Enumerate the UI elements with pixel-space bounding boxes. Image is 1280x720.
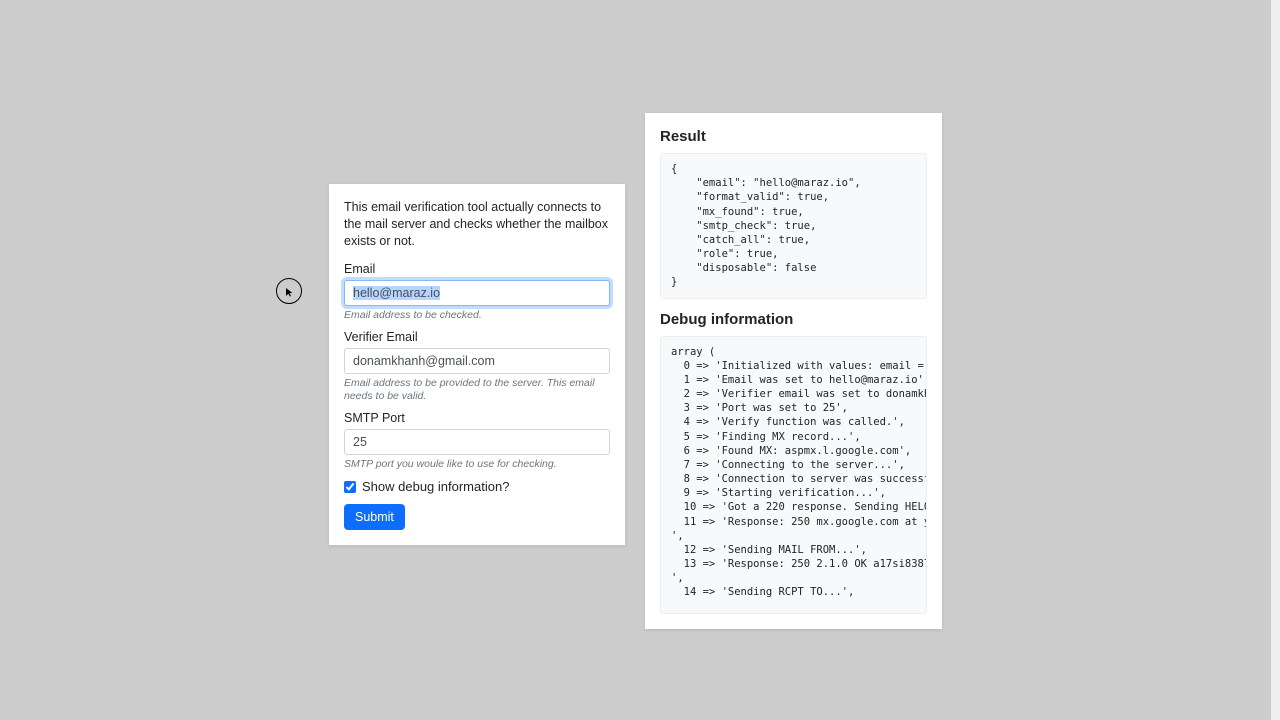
port-hint: SMTP port you woule like to use for chec…: [344, 458, 610, 471]
debug-checkbox-row: Show debug information?: [344, 479, 610, 494]
submit-button[interactable]: Submit: [344, 504, 405, 530]
cursor-indicator: [276, 278, 302, 304]
debug-output[interactable]: array ( 0 => 'Initialized with values: e…: [660, 336, 927, 614]
verifier-input[interactable]: [344, 348, 610, 374]
debug-heading: Debug information: [660, 311, 927, 328]
result-json: { "email": "hello@maraz.io", "format_val…: [660, 153, 927, 299]
verifier-label: Verifier Email: [344, 330, 610, 344]
page-scrollbar[interactable]: [1271, 0, 1280, 720]
email-hint: Email address to be checked.: [344, 309, 610, 322]
email-input-value: hello@maraz.io: [353, 286, 440, 300]
result-heading: Result: [660, 128, 927, 145]
debug-checkbox-label: Show debug information?: [362, 479, 509, 494]
verifier-group: Verifier Email Email address to be provi…: [344, 330, 610, 403]
port-input[interactable]: [344, 429, 610, 455]
result-card: Result { "email": "hello@maraz.io", "for…: [645, 113, 942, 629]
email-label: Email: [344, 262, 610, 276]
port-group: SMTP Port SMTP port you woule like to us…: [344, 411, 610, 471]
email-group: Email hello@maraz.io Email address to be…: [344, 262, 610, 322]
intro-text: This email verification tool actually co…: [344, 199, 610, 250]
debug-checkbox[interactable]: [344, 481, 356, 493]
verification-form-card: This email verification tool actually co…: [329, 184, 625, 545]
email-input[interactable]: hello@maraz.io: [344, 280, 610, 306]
verifier-hint: Email address to be provided to the serv…: [344, 377, 610, 403]
port-label: SMTP Port: [344, 411, 610, 425]
